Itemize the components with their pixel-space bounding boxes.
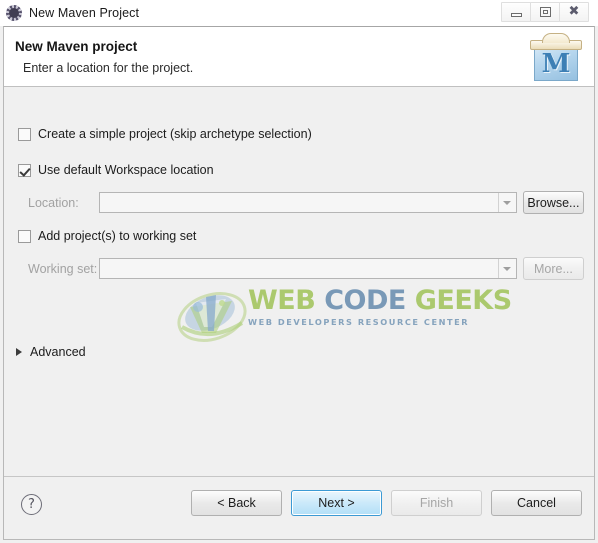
eclipse-icon <box>6 5 22 21</box>
chevron-right-icon <box>16 348 22 356</box>
web-code-geeks-watermark: WEB CODE GEEKS WEB DEVELOPERS RESOURCE C… <box>176 279 512 359</box>
working-set-row: Working set: More... <box>28 257 584 280</box>
default-workspace-checkbox-row[interactable]: Use default Workspace location <box>18 163 214 177</box>
page-title: New Maven project <box>15 39 138 54</box>
finish-button[interactable]: Finish <box>391 490 482 516</box>
watermark-word-3: GEEKS <box>414 285 512 316</box>
dialog-button-bar: ? < Back Next > Finish Cancel <box>4 476 594 539</box>
wizard-header: New Maven project Enter a location for t… <box>4 27 594 87</box>
next-button[interactable]: Next > <box>291 490 382 516</box>
title-bar: New Maven Project ✖ <box>0 0 598 26</box>
location-label: Location: <box>28 195 79 210</box>
chevron-down-icon[interactable] <box>497 193 516 212</box>
new-maven-project-dialog: New Maven Project ✖ New Maven project En… <box>0 0 598 543</box>
maximize-icon <box>539 7 551 17</box>
working-set-label: Working set: <box>28 261 98 276</box>
watermark-word-2: CODE <box>324 285 406 316</box>
advanced-section-toggle[interactable]: Advanced <box>16 345 86 359</box>
working-set-input[interactable] <box>99 259 498 278</box>
watermark-subtitle: WEB DEVELOPERS RESOURCE CENTER <box>248 317 470 327</box>
chevron-down-icon[interactable] <box>497 259 516 278</box>
location-combo[interactable] <box>98 192 517 213</box>
advanced-label: Advanced <box>30 345 86 359</box>
help-icon[interactable]: ? <box>21 494 42 515</box>
dialog-frame: New Maven project Enter a location for t… <box>3 26 595 540</box>
browse-button[interactable]: Browse... <box>522 191 584 214</box>
window-controls: ✖ <box>501 1 589 23</box>
maven-logo-letter: M <box>541 48 571 79</box>
back-button[interactable]: < Back <box>191 490 282 516</box>
minimize-icon <box>510 12 522 17</box>
location-input[interactable] <box>99 193 498 212</box>
minimize-button[interactable] <box>501 2 531 22</box>
watermark-word-1: WEB <box>248 285 316 316</box>
default-workspace-label: Use default Workspace location <box>38 163 214 177</box>
maximize-button[interactable] <box>530 2 560 22</box>
wizard-body: WEB CODE GEEKS WEB DEVELOPERS RESOURCE C… <box>4 87 594 478</box>
simple-project-checkbox-row[interactable]: Create a simple project (skip archetype … <box>18 127 312 141</box>
working-set-combo[interactable] <box>98 258 517 279</box>
more-button[interactable]: More... <box>522 257 584 280</box>
working-set-checkbox[interactable] <box>18 229 31 243</box>
close-button[interactable]: ✖ <box>559 2 589 22</box>
default-workspace-checkbox[interactable] <box>18 163 31 177</box>
working-set-checkbox-label: Add project(s) to working set <box>38 229 197 243</box>
cancel-button[interactable]: Cancel <box>491 490 582 516</box>
simple-project-checkbox[interactable] <box>18 127 31 141</box>
watermark-logo-icon <box>177 292 247 342</box>
wizard-nav-buttons: < Back Next > Finish Cancel <box>191 490 582 516</box>
working-set-checkbox-row[interactable]: Add project(s) to working set <box>18 229 196 243</box>
simple-project-label: Create a simple project (skip archetype … <box>38 127 312 141</box>
maven-logo-icon: M <box>528 30 586 84</box>
close-icon: ✖ <box>568 4 580 19</box>
location-row: Location: Browse... <box>28 191 584 214</box>
page-subtitle: Enter a location for the project. <box>23 61 194 75</box>
window-title: New Maven Project <box>29 6 140 20</box>
